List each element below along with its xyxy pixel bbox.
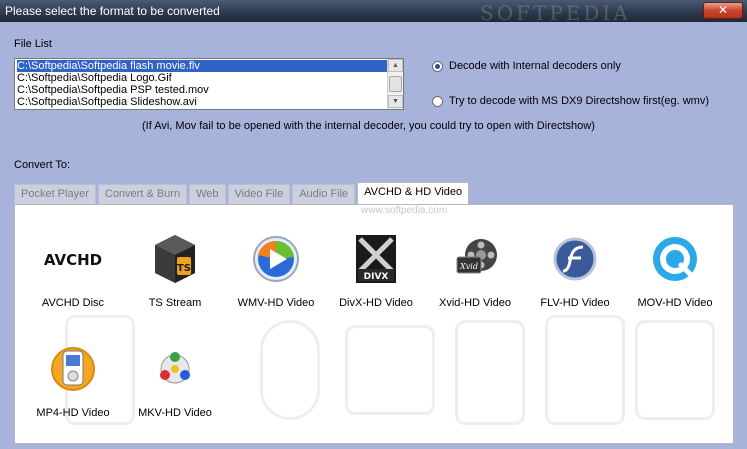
file-list-label: File List [14,38,52,50]
tab-web[interactable]: Web [189,184,226,204]
format-label: AVCHD Disc [41,297,105,309]
file-list-item[interactable]: C:\Softpedia\Softpedia Slideshow.avi [17,96,387,108]
scroll-thumb[interactable] [389,76,402,92]
flv-icon [543,227,607,291]
close-icon: ✕ [717,3,729,17]
ts-logo-text: TS [177,263,191,274]
format-ts-stream[interactable]: TS TS Stream [125,227,225,309]
ghost-device-shape [455,320,525,425]
format-label: FLV-HD Video [540,297,610,309]
format-mp4-hd[interactable]: MP4-HD Video [23,337,123,419]
xvid-logo-text: Xvid [459,262,478,271]
format-flv-hd[interactable]: FLV-HD Video [525,227,625,309]
tab-convert-burn[interactable]: Convert & Burn [97,184,188,204]
format-panel: www.softpedia.com AVCHD AVCHD Disc TS TS… [14,204,734,444]
format-label: Xvid-HD Video [439,297,511,309]
format-label: WMV-HD Video [237,297,315,309]
format-label: DivX-HD Video [339,297,413,309]
format-avchd-disc[interactable]: AVCHD AVCHD Disc [23,227,123,309]
avchd-icon: AVCHD [41,227,105,291]
title-bar[interactable]: Please select the format to be converted… [0,0,747,25]
panel-watermark: www.softpedia.com [361,205,448,216]
mkv-icon [143,337,207,401]
xvid-icon: Xvid [443,227,507,291]
mp4-icon [41,337,105,401]
ts-stream-icon: TS [143,227,207,291]
file-list-item[interactable]: C:\Softpedia\Softpedia flash movie.flv [17,60,387,72]
format-label: TS Stream [148,297,202,309]
format-label: MKV-HD Video [138,407,212,419]
format-tabs: Pocket Player Convert & Burn Web Video F… [14,182,471,204]
ghost-device-shape [260,320,320,420]
radio-selected-icon[interactable] [432,60,443,72]
tab-avchd-hd-video[interactable]: AVCHD & HD Video [357,182,470,204]
decode-directshow-label: Try to decode with MS DX9 Directshow fir… [449,95,709,107]
decode-internal-radio[interactable]: Decode with Internal decoders only [432,60,621,72]
format-label: MP4-HD Video [36,407,110,419]
ghost-device-shape [345,325,435,415]
ghost-device-shape [545,315,625,425]
file-list-item[interactable]: C:\Softpedia\Softpedia Logo.Gif [17,72,387,84]
tab-pocket-player[interactable]: Pocket Player [14,184,96,204]
dialog-body: File List C:\Softpedia\Softpedia flash m… [0,22,747,449]
format-divx-hd[interactable]: DIVX DivX-HD Video [326,227,426,309]
decode-directshow-radio[interactable]: Try to decode with MS DX9 Directshow fir… [432,95,709,107]
format-xvid-hd[interactable]: Xvid Xvid-HD Video [425,227,525,309]
divx-logo-text: DIVX [364,272,389,282]
file-list[interactable]: C:\Softpedia\Softpedia flash movie.flv C… [14,58,404,110]
window-title: Please select the format to be converted [5,4,220,18]
tab-video-file[interactable]: Video File [227,184,291,204]
divx-icon: DIVX [344,227,408,291]
format-label: MOV-HD Video [637,297,713,309]
avchd-logo-text: AVCHD [44,251,102,269]
file-list-scrollbar[interactable]: ▲ ▼ [387,59,403,109]
convert-to-label: Convert To: [14,159,71,171]
mov-icon [643,227,707,291]
format-mkv-hd[interactable]: MKV-HD Video [125,337,225,419]
decoder-note: (If Avi, Mov fail to be opened with the … [142,120,595,132]
tab-audio-file[interactable]: Audio File [292,184,356,204]
file-list-item[interactable]: C:\Softpedia\Softpedia PSP tested.mov [17,84,387,96]
ghost-device-shape [635,320,715,420]
format-wmv-hd[interactable]: WMV-HD Video [226,227,326,309]
scroll-down-icon[interactable]: ▼ [388,95,403,108]
scroll-up-icon[interactable]: ▲ [388,59,403,72]
close-button[interactable]: ✕ [703,2,743,19]
format-mov-hd[interactable]: MOV-HD Video [625,227,725,309]
decode-internal-label: Decode with Internal decoders only [449,60,621,72]
radio-unselected-icon[interactable] [432,95,443,107]
wmv-icon [244,227,308,291]
